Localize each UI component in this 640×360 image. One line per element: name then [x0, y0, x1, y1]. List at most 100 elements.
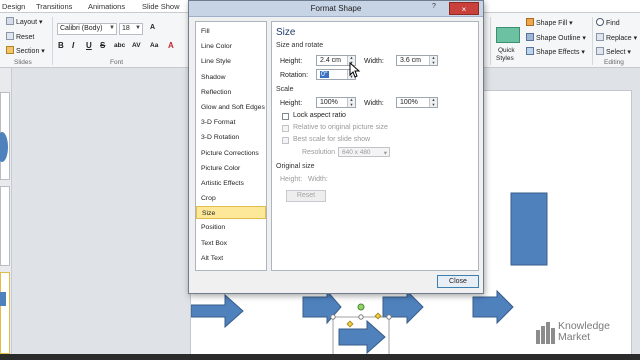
chevron-down-icon: ▾: [383, 150, 387, 157]
status-bar: [0, 354, 640, 360]
slide-thumbnail[interactable]: [0, 186, 10, 266]
arrow-shape: [190, 293, 244, 329]
resize-handle: [358, 314, 364, 320]
nav-position[interactable]: Position: [196, 221, 266, 234]
nav-size[interactable]: Size: [196, 206, 266, 219]
editing-group-label: Editing: [604, 59, 624, 66]
find-button[interactable]: Find: [596, 18, 620, 27]
tab-animations[interactable]: Animations: [88, 2, 125, 11]
dialog-title-bar[interactable]: Format Shape ? ×: [189, 1, 483, 17]
shape-outline-button[interactable]: Shape Outline ▾: [526, 33, 586, 42]
resize-handle: [386, 314, 392, 320]
rectangle-shape: [510, 192, 548, 266]
tab-design[interactable]: Design: [2, 2, 25, 11]
nav-artistic-effects[interactable]: Artistic Effects: [196, 177, 266, 190]
nav-picture-corrections[interactable]: Picture Corrections: [196, 147, 266, 160]
replace-button[interactable]: Replace ▾: [596, 33, 637, 42]
nav-shadow[interactable]: Shadow: [196, 71, 266, 84]
lock-aspect-checkbox[interactable]: [282, 113, 289, 120]
character-spacing-button[interactable]: AV: [132, 42, 141, 49]
section-icon: [6, 46, 14, 54]
quick-styles-icon[interactable]: [496, 27, 520, 43]
original-height-label: Height:: [280, 176, 303, 183]
size-rotate-section: Size and rotate: [276, 42, 324, 49]
relative-original-label: Relative to original picture size: [293, 124, 388, 131]
original-width-label: Width:: [308, 176, 328, 183]
group-divider: [52, 17, 53, 65]
shape-effects-button[interactable]: Shape Effects ▾: [526, 47, 585, 56]
slides-group-label: Slides: [14, 59, 32, 66]
selected-arrow-shape: [338, 319, 386, 355]
nav-alt-text[interactable]: Alt Text: [196, 252, 266, 265]
nav-crop[interactable]: Crop: [196, 192, 266, 205]
nav-fill[interactable]: Fill: [196, 25, 266, 38]
slide-thumbnail-shape: [0, 292, 6, 306]
nav-line-style[interactable]: Line Style: [196, 55, 266, 68]
panel-heading: Size: [276, 27, 296, 38]
size-panel: Size Size and rotate Height: 2.4 cm ▲ ▼ Wi…: [271, 21, 479, 271]
group-divider: [490, 17, 491, 65]
adjust-handle: [374, 312, 382, 320]
width-spinner[interactable]: 3.6 cm ▲ ▼: [396, 55, 438, 66]
original-size-section: Original size: [276, 163, 315, 170]
paint-bucket-icon: [526, 18, 534, 26]
nav-3d-rotation[interactable]: 3-D Rotation: [196, 131, 266, 144]
quick-styles-button[interactable]: Quick: [498, 47, 515, 54]
nav-line-color[interactable]: Line Color: [196, 40, 266, 53]
category-list: Fill Line Color Line Style Shadow Reflec…: [195, 21, 267, 271]
spinner-arrows-icon[interactable]: ▲▼: [347, 97, 355, 107]
select-button[interactable]: Select ▾: [596, 47, 631, 56]
rotation-handle: [357, 303, 365, 311]
scale-height-label: Height:: [280, 100, 303, 107]
underline-button[interactable]: U: [86, 41, 92, 50]
chevron-down-icon: ▼: [109, 25, 115, 31]
section-button[interactable]: Section ▾: [6, 46, 45, 55]
slides-thumbnail-panel[interactable]: [0, 68, 12, 354]
scale-height-spinner[interactable]: 100% ▲ ▼: [316, 97, 356, 108]
nav-reflection[interactable]: Reflection: [196, 86, 266, 99]
tab-transitions[interactable]: Transitions: [36, 2, 72, 11]
italic-button[interactable]: I: [72, 41, 74, 50]
bold-button[interactable]: B: [58, 41, 64, 50]
shape-fill-button[interactable]: Shape Fill ▾: [526, 18, 573, 27]
strikethrough-button[interactable]: S: [100, 41, 105, 50]
shadow-button[interactable]: abc: [114, 42, 125, 49]
font-group-label: Font: [110, 59, 124, 66]
change-case-button[interactable]: Aa: [150, 42, 158, 49]
close-button[interactable]: Close: [437, 275, 479, 288]
pencil-icon: [526, 33, 534, 41]
clear-formatting-icon[interactable]: A: [150, 24, 155, 31]
height-label: Height:: [280, 58, 303, 65]
reset-size-button[interactable]: Reset: [286, 190, 326, 202]
font-color-button[interactable]: A: [168, 41, 174, 50]
scale-width-label: Width:: [364, 100, 384, 107]
help-button[interactable]: ?: [432, 3, 436, 10]
replace-icon: [596, 33, 604, 41]
effects-icon: [526, 47, 534, 55]
nav-text-box[interactable]: Text Box: [196, 237, 266, 250]
spinner-arrows-icon[interactable]: ▲▼: [429, 55, 437, 65]
quick-styles-button-line2: Styles: [496, 55, 514, 62]
spinner-arrows-icon[interactable]: ▲▼: [429, 97, 437, 107]
dialog-close-button[interactable]: ×: [449, 2, 479, 15]
relative-original-checkbox[interactable]: [282, 125, 289, 132]
cursor-icon: [596, 47, 604, 55]
resolution-label: Resolution: [302, 149, 336, 156]
dialog-title: Format Shape: [310, 4, 362, 13]
nav-picture-color[interactable]: Picture Color: [196, 162, 266, 175]
nav-3d-format[interactable]: 3-D Format: [196, 116, 266, 129]
layout-icon: [6, 17, 14, 25]
resolution-dropdown[interactable]: 640 x 480 ▾: [338, 147, 390, 157]
slide-thumbnail[interactable]: [0, 272, 10, 354]
tab-slide-show[interactable]: Slide Show: [142, 2, 180, 11]
reset-button[interactable]: Reset: [6, 32, 34, 41]
scale-width-spinner[interactable]: 100% ▲ ▼: [396, 97, 438, 108]
lock-aspect-label: Lock aspect ratio: [293, 112, 346, 119]
nav-glow-soft-edges[interactable]: Glow and Soft Edges: [196, 101, 266, 114]
layout-button[interactable]: Layout ▾: [6, 17, 43, 26]
group-divider: [592, 17, 593, 65]
font-name-combo[interactable]: Calibri (Body) ▼: [57, 23, 117, 35]
search-icon: [596, 18, 604, 26]
font-size-combo[interactable]: 18 ▼: [119, 23, 143, 35]
best-scale-checkbox[interactable]: [282, 137, 289, 144]
